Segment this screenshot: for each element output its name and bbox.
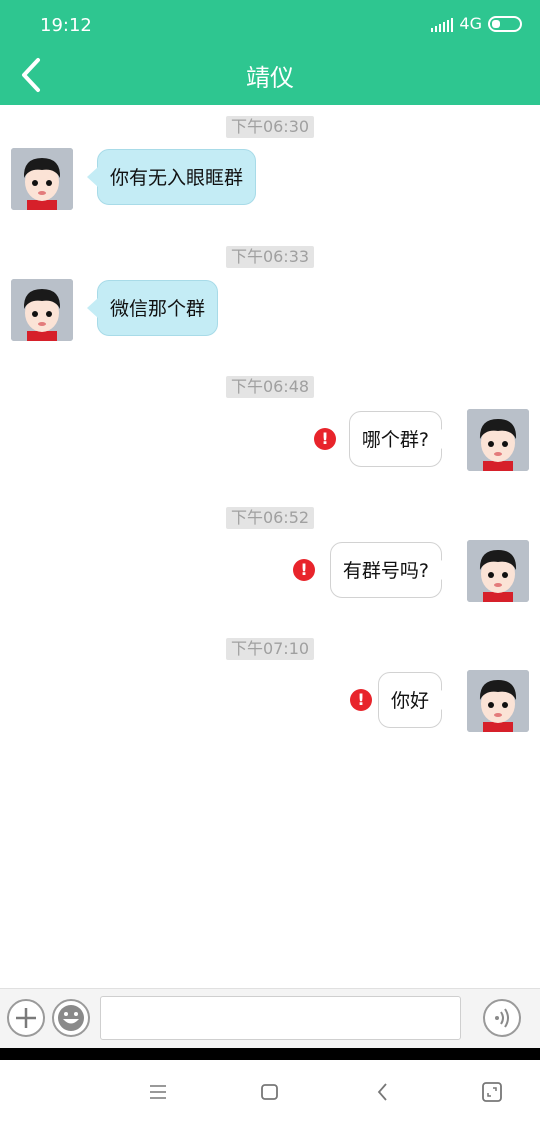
message-bubble-outgoing[interactable]: 哪个群? <box>348 411 453 467</box>
avatar[interactable] <box>467 670 529 732</box>
network-label: 4G <box>459 14 482 33</box>
avatar-boy-icon <box>467 670 529 732</box>
avatar-boy-icon <box>11 279 73 341</box>
emoji-button[interactable] <box>52 999 90 1037</box>
fullscreen-nav-button[interactable] <box>478 1078 506 1106</box>
divider <box>0 1048 540 1060</box>
message-timestamp: 下午06:30 <box>226 116 314 138</box>
chat-area[interactable]: 下午06:30 你有无入眼眶群 下午06:33 微信那个群 下午06:48 ! … <box>0 105 540 985</box>
back-nav-button[interactable] <box>369 1078 397 1106</box>
message-input-bar <box>0 988 540 1048</box>
voice-button[interactable] <box>483 999 521 1037</box>
message-timestamp: 下午06:48 <box>226 376 314 398</box>
avatar[interactable] <box>11 279 73 341</box>
message-bubble-outgoing[interactable]: 有群号吗? <box>329 542 453 598</box>
signal-icon <box>431 16 454 32</box>
message-bubble-incoming[interactable]: 你有无入眼眶群 <box>86 149 257 205</box>
send-failed-icon[interactable]: ! <box>293 559 315 581</box>
message-timestamp: 下午06:52 <box>226 507 314 529</box>
voice-icon <box>495 1008 509 1028</box>
plus-icon <box>16 1008 36 1028</box>
avatar-boy-icon <box>467 540 529 602</box>
battery-icon <box>488 15 522 32</box>
menu-nav-button[interactable] <box>144 1078 172 1106</box>
send-failed-icon[interactable]: ! <box>314 428 336 450</box>
send-failed-icon[interactable]: ! <box>350 689 372 711</box>
system-nav-bar <box>0 1060 540 1124</box>
home-nav-button[interactable] <box>256 1078 284 1106</box>
emoji-icon <box>58 1005 84 1031</box>
message-bubble-incoming[interactable]: 微信那个群 <box>86 280 219 336</box>
avatar[interactable] <box>467 540 529 602</box>
avatar[interactable] <box>11 148 73 210</box>
message-bubble-outgoing[interactable]: 你好 <box>377 672 453 728</box>
add-attachment-button[interactable] <box>7 999 45 1037</box>
avatar[interactable] <box>467 409 529 471</box>
message-timestamp: 下午07:10 <box>226 638 314 660</box>
message-input[interactable] <box>100 996 461 1040</box>
title-bar: 19:12 4G 靖仪 <box>0 0 540 105</box>
status-icons: 4G <box>431 14 522 33</box>
message-timestamp: 下午06:33 <box>226 246 314 268</box>
avatar-boy-icon <box>467 409 529 471</box>
avatar-boy-icon <box>11 148 73 210</box>
page-title: 靖仪 <box>246 64 294 92</box>
status-time: 19:12 <box>40 15 92 36</box>
